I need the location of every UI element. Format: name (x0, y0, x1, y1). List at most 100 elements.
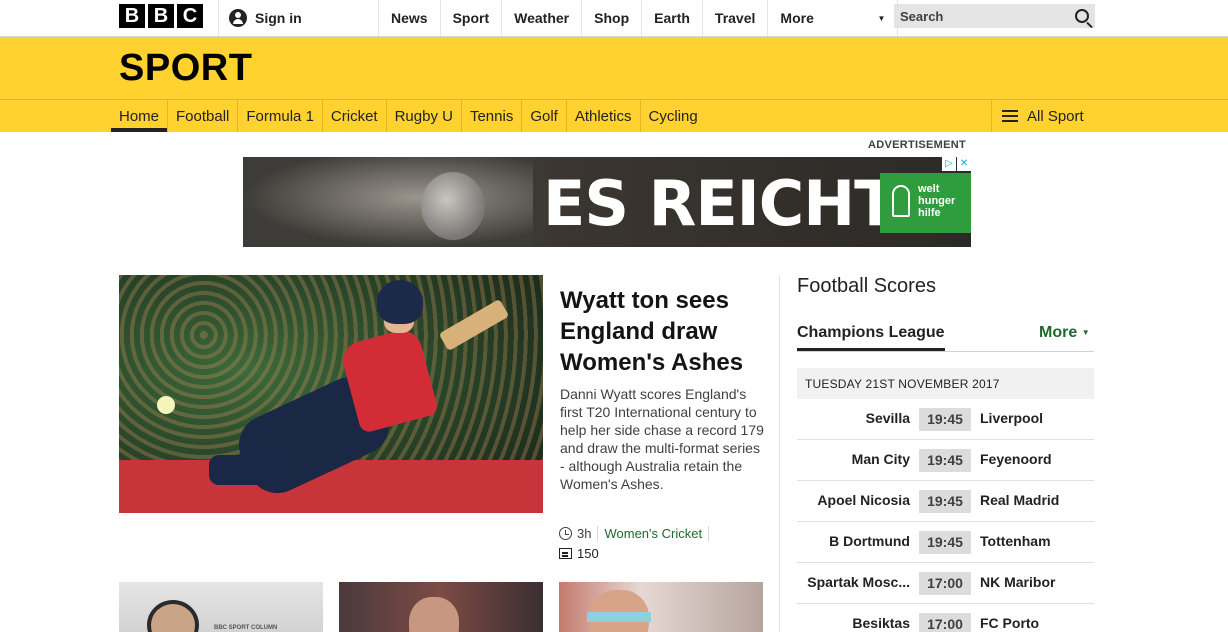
kickoff-time: 19:45 (919, 531, 971, 554)
bbc-logo-letter: B (119, 4, 145, 28)
sport-nav-athletics[interactable]: Athletics (567, 100, 641, 132)
player-image (409, 597, 459, 632)
chevron-down-icon: ▼ (1081, 328, 1090, 337)
clock-icon (559, 527, 572, 540)
away-team: NK Maribor (980, 574, 1056, 590)
kickoff-time: 17:00 (919, 572, 971, 595)
comments-count: 150 (577, 546, 599, 561)
match-row[interactable]: Apoel Nicosia 19:45 Real Madrid (797, 481, 1094, 522)
player-helmet (377, 280, 423, 324)
main-story-summary: Danni Wyatt scores England's first T20 I… (560, 386, 764, 492)
away-team: Liverpool (980, 410, 1044, 426)
user-icon (229, 9, 247, 27)
match-row[interactable]: Sevilla 19:45 Liverpool (797, 399, 1094, 440)
global-nav: News Sport Weather Shop Earth Travel Mor… (378, 0, 899, 36)
bbc-logo-letter: B (148, 4, 174, 28)
advert-logo-line: hilfe (918, 207, 941, 219)
menu-icon (1002, 110, 1018, 122)
nav-more-label: More (780, 10, 814, 26)
more-label: More (1039, 324, 1078, 341)
tab-underline (797, 351, 1094, 352)
sport-nav-rugby-union[interactable]: Rugby U (387, 100, 462, 132)
advert-logo-line: hunger (918, 195, 956, 207)
nav-shop[interactable]: Shop (581, 0, 641, 36)
presenter-image (147, 600, 199, 632)
column-divider (779, 275, 780, 632)
nav-sport[interactable]: Sport (439, 0, 502, 36)
advert-photo (243, 157, 533, 247)
player-image (589, 590, 649, 632)
home-team: B Dortmund (829, 533, 910, 549)
main-story-image[interactable] (119, 275, 543, 513)
bbc-logo[interactable]: B B C (119, 4, 203, 28)
home-team: Besiktas (852, 615, 910, 631)
adchoices-icon[interactable]: ▷ (942, 157, 956, 171)
advert-pot-image (421, 172, 485, 240)
all-sport-label: All Sport (1027, 107, 1084, 125)
football-scores-title[interactable]: Football Scores (797, 275, 936, 298)
competition-more-button[interactable]: More ▼ (1039, 324, 1090, 342)
sport-nav-cycling[interactable]: Cycling (641, 100, 706, 132)
away-team: Feyenoord (980, 451, 1052, 467)
sport-nav-golf[interactable]: Golf (522, 100, 567, 132)
welthungerhilfe-logo: welt hunger hilfe (880, 173, 971, 233)
sport-nav-home[interactable]: Home (111, 100, 169, 132)
topic-link[interactable]: Women's Cricket (604, 526, 702, 541)
story-thumbnail[interactable]: BBC SPORT COLUMN (119, 582, 323, 632)
sign-in-label: Sign in (255, 10, 302, 26)
home-team: Spartak Mosc... (807, 574, 910, 590)
nav-weather[interactable]: Weather (501, 0, 581, 36)
home-team: Apoel Nicosia (817, 492, 910, 508)
advert-headline: ES REICHT! (543, 167, 924, 240)
fixture-date: TUESDAY 21ST NOVEMBER 2017 (797, 368, 1094, 399)
bbc-top-bar: B B C Sign in News Sport Weather Shop Ea… (0, 0, 1228, 37)
bbc-logo-letter: C (177, 4, 203, 28)
away-team: Tottenham (980, 533, 1051, 549)
match-row[interactable]: B Dortmund 19:45 Tottenham (797, 522, 1094, 563)
chevron-down-icon: ▼ (877, 13, 886, 23)
close-icon[interactable]: ✕ (957, 157, 971, 171)
thumbnail-caption: BBC SPORT COLUMN (214, 625, 278, 631)
advert-logo-line: welt (918, 183, 940, 195)
comments-link[interactable]: 150 (559, 546, 599, 561)
all-sport-button[interactable]: All Sport (991, 100, 1084, 132)
match-row[interactable]: Spartak Mosc... 17:00 NK Maribor (797, 563, 1094, 604)
nav-travel[interactable]: Travel (701, 0, 767, 36)
story-thumbnail[interactable] (339, 582, 543, 632)
kickoff-time: 19:45 (919, 490, 971, 513)
sport-nav-football[interactable]: Football (168, 100, 239, 132)
wheat-icon (892, 185, 910, 217)
sign-in-link[interactable]: Sign in (218, 0, 302, 36)
adchoices: ▷ ✕ (942, 157, 971, 171)
kickoff-time: 19:45 (919, 408, 971, 431)
home-team: Man City (851, 451, 910, 467)
nav-more-button[interactable]: More ▼ (767, 0, 899, 36)
competition-tab[interactable]: Champions League (797, 324, 945, 352)
away-team: Real Madrid (980, 492, 1060, 508)
main-story-meta: 3h Women's Cricket (559, 526, 715, 541)
match-row[interactable]: Besiktas 17:00 FC Porto (797, 604, 1094, 632)
match-row[interactable]: Man City 19:45 Feyenoord (797, 440, 1094, 481)
sport-nav-tennis[interactable]: Tennis (462, 100, 523, 132)
nav-earth[interactable]: Earth (641, 0, 702, 36)
kickoff-time: 19:45 (919, 449, 971, 472)
story-timestamp: 3h (577, 526, 592, 541)
batting-pads (209, 455, 279, 485)
sport-nav: Home Football Formula 1 Cricket Rugby U … (0, 99, 1228, 132)
advertisement-label: ADVERTISEMENT (868, 139, 967, 151)
cricket-ball (157, 396, 175, 414)
home-team: Sevilla (865, 410, 910, 426)
meta-divider (708, 526, 710, 541)
search-input[interactable]: Search (894, 4, 1095, 28)
sport-header: SPORT (0, 37, 1228, 99)
main-story-headline[interactable]: Wyatt ton sees England draw Women's Ashe… (560, 285, 760, 378)
kickoff-time: 17:00 (919, 613, 971, 632)
sport-nav-formula1[interactable]: Formula 1 (238, 100, 323, 132)
advert-banner[interactable]: ES REICHT! welt hunger hilfe ▷ ✕ (243, 157, 971, 247)
page-title[interactable]: SPORT (119, 47, 252, 90)
story-thumbnail[interactable] (559, 582, 763, 632)
sport-nav-cricket[interactable]: Cricket (323, 100, 387, 132)
nav-news[interactable]: News (378, 0, 440, 36)
meta-divider (597, 526, 599, 541)
search-icon[interactable] (1075, 9, 1089, 23)
